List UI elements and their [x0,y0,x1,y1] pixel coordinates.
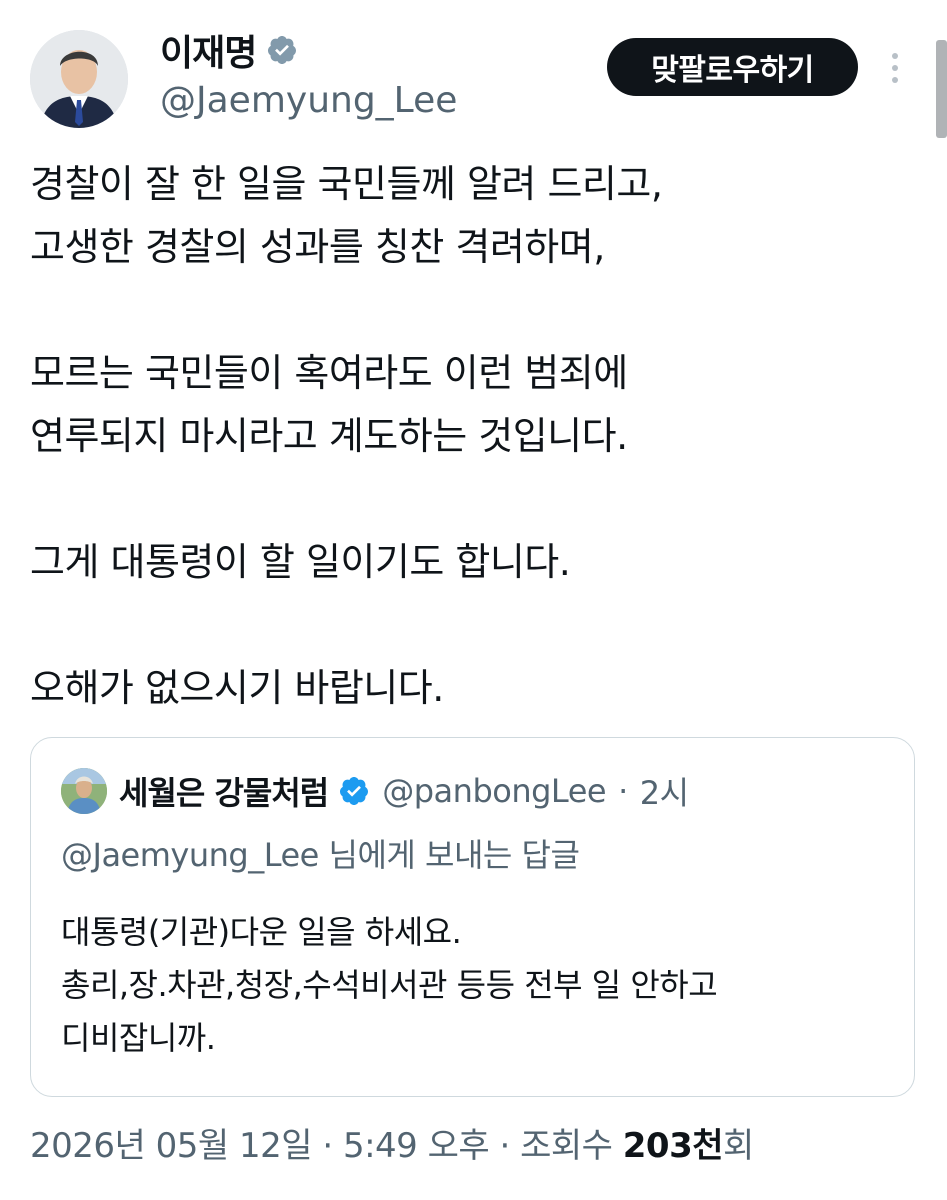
follow-back-button[interactable]: 맞팔로우하기 [607,38,858,96]
tweet-line: 모르는 국민들이 혹여라도 이런 범죄에 [30,351,628,395]
separator-dot: · [489,1126,521,1166]
scrollbar-thumb[interactable] [936,40,947,138]
tweet-header: 이재명 @Jaemyung_Lee 맞팔로우하기 [0,0,947,140]
tweet-line: 오해가 없으시기 바랍니다. [30,666,444,710]
quoted-tweet[interactable]: 세월은 강물처럼 @panbongLee · 2시 @Jaemyung_Lee … [30,737,915,1097]
tweet-line: 연루되지 마시라고 계도하는 것입니다. [30,414,628,458]
quoted-author-name[interactable]: 세월은 강물처럼 [119,768,329,814]
quoted-line: 총리,장.차관,청장,수석비서관 등등 전부 일 안하고 [61,966,718,1004]
author-name-row: 이재명 [160,24,298,76]
tweet-line: 고생한 경찰의 성과를 칭찬 격려하며, [30,225,605,269]
profile-photo-icon [30,30,128,128]
tweet-text: 경찰이 잘 한 일을 국민들께 알려 드리고, 고생한 경찰의 성과를 칭찬 격… [30,153,920,720]
post-time[interactable]: 5:49 오후 [343,1126,490,1166]
quoted-line: 대통령(기관)다운 일을 하세요. [61,913,462,951]
verified-badge-icon [340,777,369,805]
separator-dot: · [618,772,628,810]
tweet-meta: 2026년 05월 12일 · 5:49 오후 · 조회수 203천회 [30,1118,754,1167]
author-handle[interactable]: @Jaemyung_Lee [160,80,457,121]
quoted-line: 디비잡니까. [61,1019,216,1057]
quoted-time[interactable]: 2시 [640,768,689,814]
more-options-icon[interactable] [880,40,910,96]
quoted-tweet-header: 세월은 강물처럼 @panbongLee · 2시 [61,768,689,814]
reply-to-label: @Jaemyung_Lee 님에게 보내는 답글 [61,836,580,874]
verified-badge-icon [268,36,297,64]
separator-dot: · [312,1126,343,1166]
views-label: 조회수 [520,1126,623,1166]
views-suffix: 회 [723,1126,754,1166]
author-name[interactable]: 이재명 [160,24,257,76]
quoted-author-avatar[interactable] [61,768,107,814]
tweet-line: 그게 대통령이 할 일이기도 합니다. [30,540,571,584]
quoted-author-handle[interactable]: @panbongLee [382,772,606,810]
views-count[interactable]: 203천 [623,1126,724,1166]
post-date[interactable]: 2026년 05월 12일 [30,1126,313,1166]
profile-photo-icon [61,768,107,814]
quoted-tweet-text: 대통령(기관)다운 일을 하세요. 총리,장.차관,청장,수석비서관 등등 전부… [61,906,718,1065]
tweet-line: 경찰이 잘 한 일을 국민들께 알려 드리고, [30,162,663,206]
author-avatar[interactable] [30,30,128,128]
